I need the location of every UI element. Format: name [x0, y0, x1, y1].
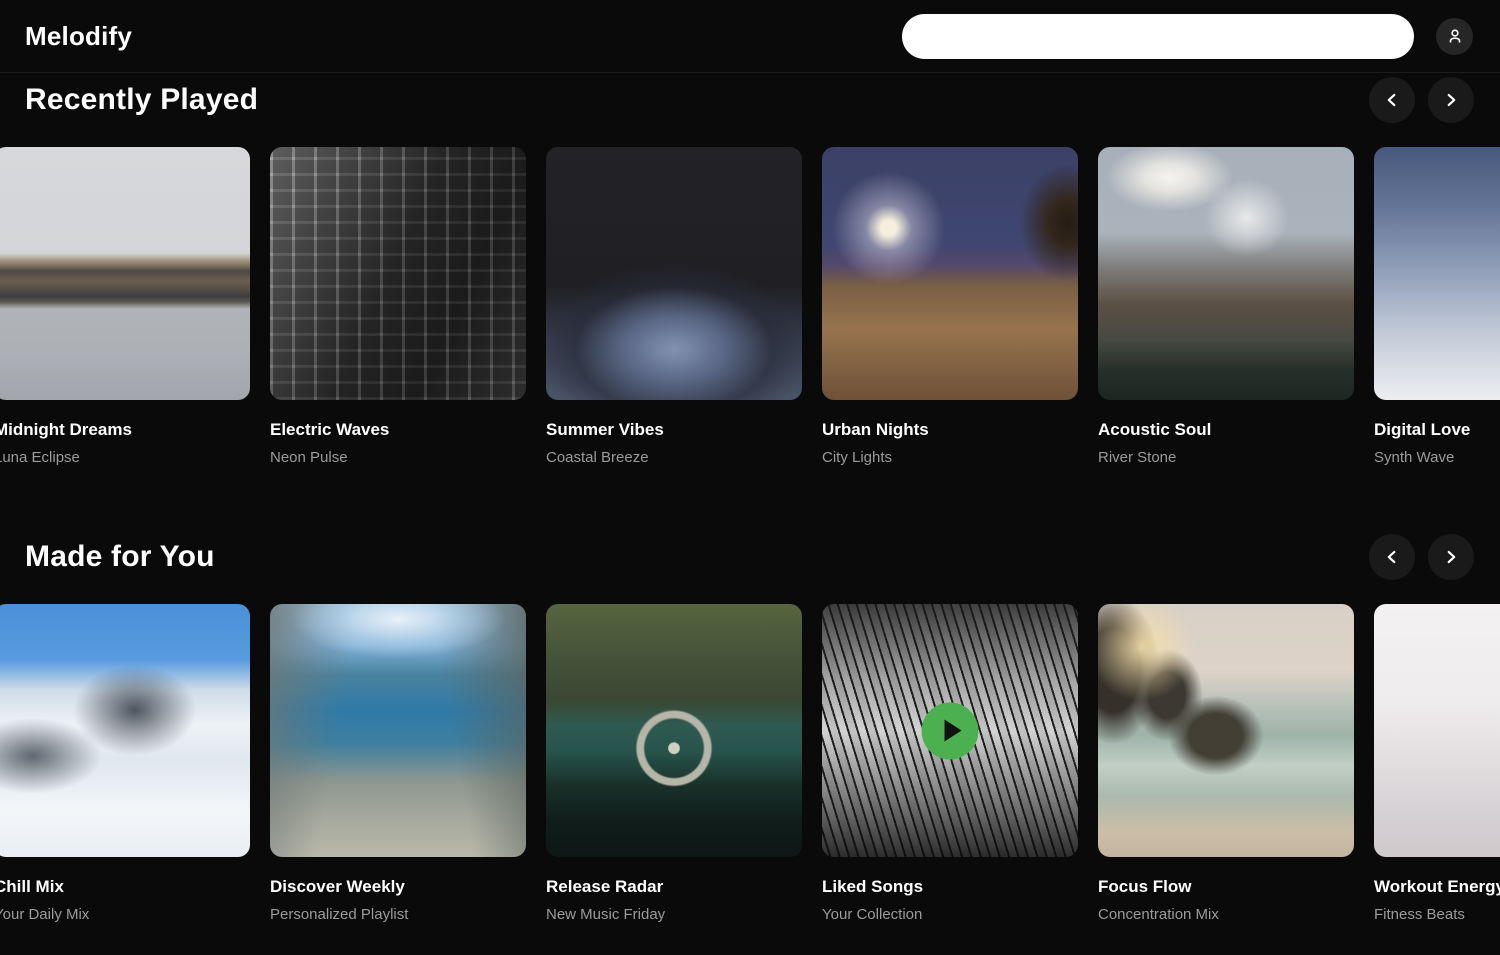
card-subtitle: Luna Eclipse	[0, 449, 250, 466]
playlist-card[interactable]: Liked Songs Your Collection	[822, 604, 1078, 923]
scroll-next-button[interactable]	[1428, 77, 1474, 123]
playlist-card[interactable]: Electric Waves Neon Pulse	[270, 147, 526, 466]
card-image	[270, 147, 526, 400]
card-subtitle: River Stone	[1098, 449, 1354, 466]
card-subtitle: Neon Pulse	[270, 449, 526, 466]
main-content: Recently Played	[0, 77, 1500, 923]
search-input[interactable]	[902, 14, 1414, 59]
card-title: Focus Flow	[1098, 877, 1354, 897]
card-title: Liked Songs	[822, 877, 1078, 897]
card-image	[546, 147, 802, 400]
card-image	[1098, 604, 1354, 857]
card-title: Chill Mix	[0, 877, 250, 897]
chevron-right-icon	[1440, 89, 1462, 111]
card-subtitle: Coastal Breeze	[546, 449, 802, 466]
app-header: Melodify	[0, 0, 1500, 73]
card-title: Electric Waves	[270, 420, 526, 440]
card-image	[822, 604, 1078, 857]
chevron-right-icon	[1440, 546, 1462, 568]
card-image	[546, 604, 802, 857]
card-title: Acoustic Soul	[1098, 420, 1354, 440]
card-title: Discover Weekly	[270, 877, 526, 897]
app-logo: Melodify	[25, 21, 132, 52]
card-image	[1374, 147, 1500, 400]
card-subtitle: Synth Wave	[1374, 449, 1500, 466]
section-title: Made for You	[25, 540, 215, 574]
play-icon	[944, 720, 961, 742]
section-header: Recently Played	[0, 77, 1500, 123]
card-title: Release Radar	[546, 877, 802, 897]
card-image	[1098, 147, 1354, 400]
scroll-next-button[interactable]	[1428, 534, 1474, 580]
playlist-card[interactable]: Focus Flow Concentration Mix	[1098, 604, 1354, 923]
card-image	[822, 147, 1078, 400]
playlist-card[interactable]: Discover Weekly Personalized Playlist	[270, 604, 526, 923]
scroll-prev-button[interactable]	[1369, 77, 1415, 123]
user-icon	[1445, 26, 1465, 46]
card-title: Urban Nights	[822, 420, 1078, 440]
profile-button[interactable]	[1436, 18, 1473, 55]
section-controls	[1369, 534, 1474, 580]
card-row: Chill Mix Your Daily Mix Discover Weekly…	[0, 604, 1500, 923]
playlist-card[interactable]: Release Radar New Music Friday	[546, 604, 802, 923]
section: Made for You	[0, 534, 1500, 923]
card-image	[0, 147, 250, 400]
card-subtitle: Your Collection	[822, 906, 1078, 923]
card-subtitle: Personalized Playlist	[270, 906, 526, 923]
playlist-card[interactable]: Chill Mix Your Daily Mix	[0, 604, 250, 923]
playlist-card[interactable]: Midnight Dreams Luna Eclipse	[0, 147, 250, 466]
playlist-card[interactable]: Workout Energy Fitness Beats	[1374, 604, 1500, 923]
card-subtitle: Fitness Beats	[1374, 906, 1500, 923]
card-subtitle: City Lights	[822, 449, 1078, 466]
playlist-card[interactable]: Summer Vibes Coastal Breeze	[546, 147, 802, 466]
chevron-left-icon	[1381, 546, 1403, 568]
card-title: Midnight Dreams	[0, 420, 250, 440]
playlist-card[interactable]: Acoustic Soul River Stone	[1098, 147, 1354, 466]
scroll-prev-button[interactable]	[1369, 534, 1415, 580]
section-header: Made for You	[0, 534, 1500, 580]
card-title: Workout Energy	[1374, 877, 1500, 897]
section: Recently Played	[0, 77, 1500, 466]
card-subtitle: New Music Friday	[546, 906, 802, 923]
card-image	[270, 604, 526, 857]
card-subtitle: Concentration Mix	[1098, 906, 1354, 923]
card-title: Digital Love	[1374, 420, 1500, 440]
card-title: Summer Vibes	[546, 420, 802, 440]
card-subtitle: Your Daily Mix	[0, 906, 250, 923]
play-button[interactable]	[922, 702, 979, 759]
card-image	[0, 604, 250, 857]
card-row: Midnight Dreams Luna Eclipse Electric Wa…	[0, 147, 1500, 466]
section-title: Recently Played	[25, 83, 258, 117]
section-controls	[1369, 77, 1474, 123]
playlist-card[interactable]: Urban Nights City Lights	[822, 147, 1078, 466]
chevron-left-icon	[1381, 89, 1403, 111]
playlist-card[interactable]: Digital Love Synth Wave	[1374, 147, 1500, 466]
card-image	[1374, 604, 1500, 857]
